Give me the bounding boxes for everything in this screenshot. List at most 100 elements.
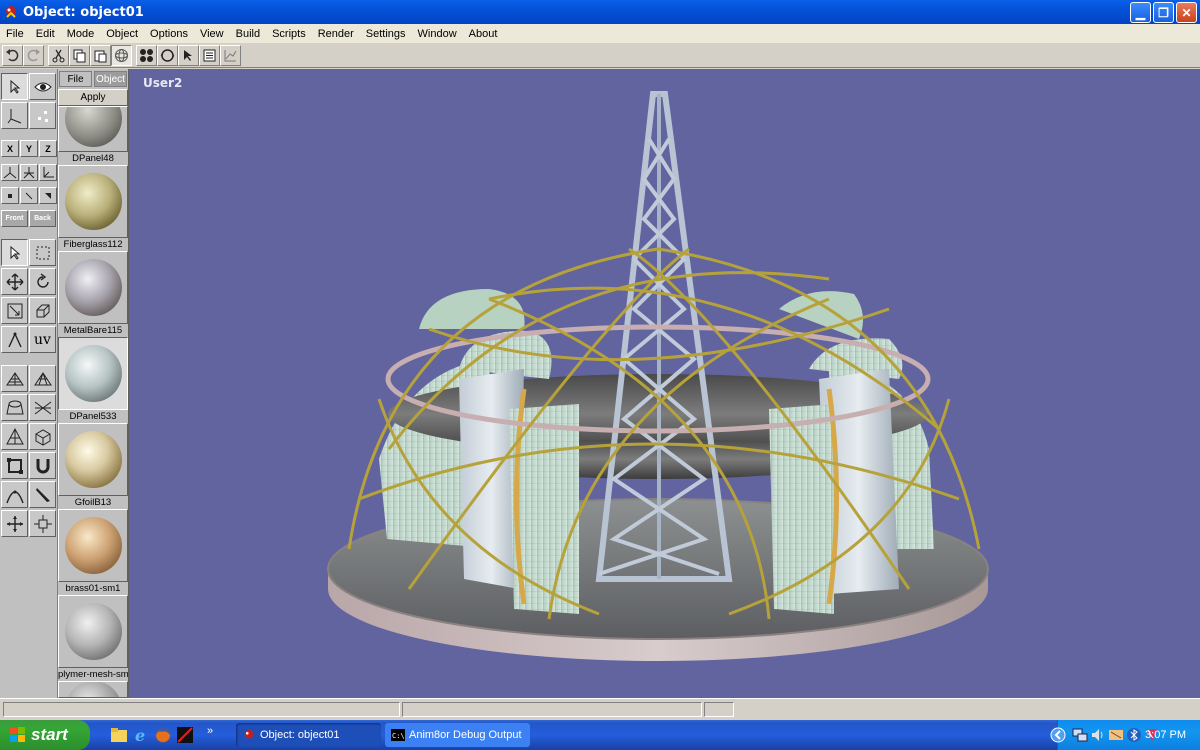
uv-label: uv bbox=[34, 331, 51, 348]
rotate-tool[interactable] bbox=[29, 268, 56, 295]
knife-tool[interactable] bbox=[29, 481, 56, 508]
back-button[interactable]: Back bbox=[29, 210, 56, 227]
title-bar[interactable]: Object: object01 ▁ ❐ ✕ bbox=[0, 0, 1200, 24]
axis-z-toggle[interactable]: Z bbox=[39, 140, 57, 157]
shrink-tool[interactable] bbox=[29, 510, 56, 537]
axis-tool[interactable] bbox=[1, 102, 28, 129]
menu-build[interactable]: Build bbox=[230, 28, 266, 40]
task-debug-output[interactable]: C:\ Anim8or Debug Output bbox=[385, 723, 530, 747]
pyramid-tool[interactable] bbox=[1, 423, 28, 450]
front-button[interactable]: Front bbox=[1, 210, 28, 227]
scale-tool[interactable] bbox=[1, 297, 28, 324]
wire-cylinder-tool[interactable] bbox=[29, 365, 56, 392]
menu-about[interactable]: About bbox=[463, 28, 504, 40]
close-button[interactable]: ✕ bbox=[1176, 2, 1197, 23]
viewport-3d[interactable]: User2 bbox=[129, 69, 1200, 698]
apply-button[interactable]: Apply bbox=[58, 89, 128, 106]
cube-scale-icon bbox=[36, 304, 49, 317]
graph-button[interactable] bbox=[220, 44, 241, 66]
tab-object-label: Object bbox=[96, 73, 125, 85]
redo-button[interactable] bbox=[23, 44, 44, 66]
select-arrow-tool[interactable] bbox=[1, 73, 28, 100]
material-swatch-previous[interactable] bbox=[58, 106, 128, 152]
material-swatch[interactable] bbox=[58, 509, 128, 582]
tray-app-icon[interactable] bbox=[1108, 727, 1124, 743]
undo-button[interactable] bbox=[2, 44, 23, 66]
show-hidden-icons-button[interactable] bbox=[1050, 726, 1066, 744]
material-swatch[interactable] bbox=[58, 165, 128, 238]
rotate-axes-tool[interactable] bbox=[20, 164, 38, 181]
wire-sphere-tool[interactable] bbox=[1, 365, 28, 392]
point-mode-toggle[interactable] bbox=[1, 187, 19, 204]
menu-object[interactable]: Object bbox=[100, 28, 144, 40]
internet-explorer-icon[interactable]: e bbox=[133, 726, 151, 744]
minimize-button[interactable]: ▁ bbox=[1130, 2, 1151, 23]
spread-tool[interactable] bbox=[1, 510, 28, 537]
move-tool-button[interactable] bbox=[178, 44, 199, 66]
four-views-button[interactable] bbox=[136, 44, 157, 66]
bluetooth-icon[interactable] bbox=[1126, 727, 1142, 743]
menu-options[interactable]: Options bbox=[144, 28, 194, 40]
material-swatch-selected[interactable] bbox=[58, 337, 128, 410]
tab-file[interactable]: File bbox=[59, 71, 92, 87]
explorer-icon[interactable] bbox=[110, 726, 128, 744]
path-icon bbox=[7, 331, 22, 347]
network-icon[interactable] bbox=[1072, 727, 1088, 743]
move-tool[interactable] bbox=[1, 268, 28, 295]
select-tool[interactable] bbox=[1, 239, 28, 266]
curve-tool[interactable] bbox=[1, 481, 28, 508]
view-tool[interactable] bbox=[29, 73, 56, 100]
axis-y-toggle[interactable]: Y bbox=[20, 140, 38, 157]
magnet-tool[interactable] bbox=[29, 452, 56, 479]
paste-button[interactable] bbox=[90, 44, 111, 66]
points-tool[interactable] bbox=[29, 102, 56, 129]
non-uniform-scale-tool[interactable] bbox=[29, 297, 56, 324]
menu-view[interactable]: View bbox=[194, 28, 230, 40]
magnet-icon bbox=[36, 458, 49, 473]
uv-tool[interactable]: uv bbox=[29, 326, 56, 353]
menu-render[interactable]: Render bbox=[312, 28, 360, 40]
menu-edit[interactable]: Edit bbox=[30, 28, 61, 40]
spread-icon bbox=[6, 515, 23, 532]
app-shortcut-icon[interactable] bbox=[176, 726, 194, 744]
edge-mode-toggle[interactable] bbox=[20, 187, 38, 204]
corner-axes-tool[interactable] bbox=[39, 164, 57, 181]
volume-icon[interactable] bbox=[1090, 727, 1106, 743]
restore-button[interactable]: ❐ bbox=[1153, 2, 1174, 23]
bevel-tool[interactable] bbox=[1, 394, 28, 421]
properties-button[interactable] bbox=[199, 44, 220, 66]
point-edit-tool[interactable] bbox=[1, 326, 28, 353]
menu-window[interactable]: Window bbox=[412, 28, 463, 40]
pyramid-icon bbox=[5, 427, 24, 444]
svg-text:C:\: C:\ bbox=[392, 732, 405, 740]
bounding-box-tool[interactable] bbox=[1, 452, 28, 479]
dome-model-render bbox=[327, 91, 989, 661]
face-mode-toggle[interactable] bbox=[39, 187, 57, 204]
material-swatch-next[interactable] bbox=[58, 681, 128, 698]
scale-xyz-tool[interactable] bbox=[1, 164, 19, 181]
material-swatch[interactable] bbox=[58, 423, 128, 496]
extrude-tool[interactable] bbox=[29, 394, 56, 421]
menu-mode[interactable]: Mode bbox=[61, 28, 101, 40]
axis-y-label: Y bbox=[25, 143, 32, 154]
start-button[interactable]: start bbox=[0, 720, 90, 750]
axis-x-toggle[interactable]: X bbox=[1, 140, 19, 157]
arcball-button[interactable] bbox=[157, 44, 178, 66]
material-label: MetalBare115 bbox=[63, 325, 123, 336]
material-label: Fiberglass112 bbox=[63, 239, 123, 250]
wireframe-sphere-button[interactable] bbox=[111, 44, 132, 66]
menu-file[interactable]: File bbox=[0, 28, 30, 40]
extrude-icon bbox=[34, 401, 51, 414]
material-swatch[interactable] bbox=[58, 595, 128, 668]
drag-select-tool[interactable] bbox=[29, 239, 56, 266]
tab-object[interactable]: Object bbox=[94, 71, 127, 87]
menu-scripts[interactable]: Scripts bbox=[266, 28, 312, 40]
menu-settings[interactable]: Settings bbox=[360, 28, 412, 40]
copy-button[interactable] bbox=[69, 44, 90, 66]
cut-button[interactable] bbox=[48, 44, 69, 66]
cube-tool[interactable] bbox=[29, 423, 56, 450]
task-object01[interactable]: Object: object01 bbox=[236, 723, 381, 747]
quick-launch-chevron[interactable]: » bbox=[207, 725, 213, 737]
firefox-icon[interactable] bbox=[154, 726, 172, 744]
material-swatch[interactable] bbox=[58, 251, 128, 324]
